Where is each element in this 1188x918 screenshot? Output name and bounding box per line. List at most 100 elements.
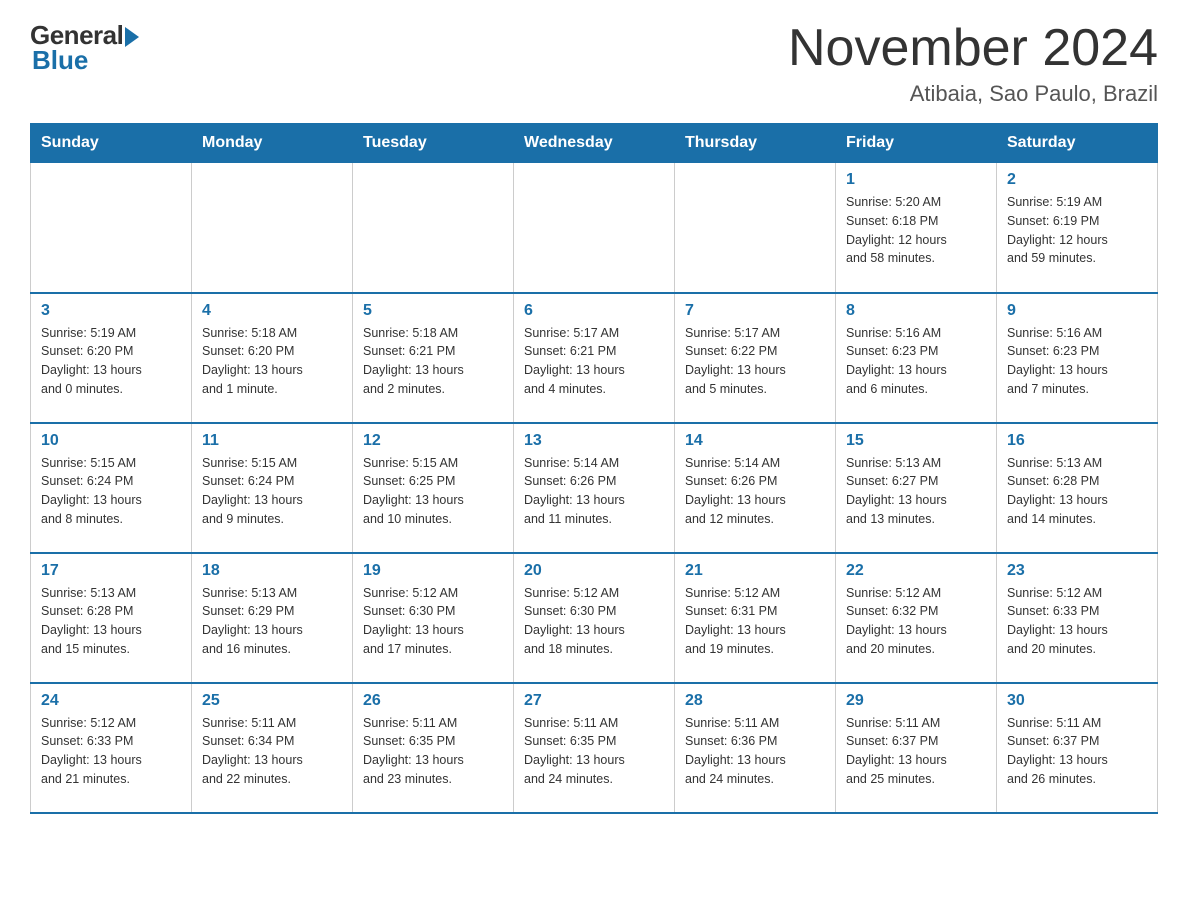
day-info: Sunrise: 5:13 AM Sunset: 6:29 PM Dayligh… [202,584,342,659]
calendar-cell: 14 Sunrise: 5:14 AM Sunset: 6:26 PM Dayli… [675,423,836,553]
day-info: Sunrise: 5:12 AM Sunset: 6:33 PM Dayligh… [1007,584,1147,659]
logo-arrow-icon [125,27,139,47]
calendar-cell: 15 Sunrise: 5:13 AM Sunset: 6:27 PM Dayli… [836,423,997,553]
day-number: 14 [685,432,825,450]
day-info: Sunrise: 5:11 AM Sunset: 6:35 PM Dayligh… [363,714,503,789]
calendar-cell: 9Sunrise: 5:16 AM Sunset: 6:23 PM Daylig… [997,293,1158,423]
day-number: 8 [846,302,986,320]
calendar-week-row: 3Sunrise: 5:19 AM Sunset: 6:20 PM Daylig… [31,293,1158,423]
day-number: 20 [524,562,664,580]
calendar-cell: 21 Sunrise: 5:12 AM Sunset: 6:31 PM Dayli… [675,553,836,683]
calendar-cell: 13Sunrise: 5:14 AM Sunset: 6:26 PM Dayli… [514,423,675,553]
day-number: 23 [1007,562,1147,580]
calendar-cell: 22Sunrise: 5:12 AM Sunset: 6:32 PM Dayli… [836,553,997,683]
day-info: Sunrise: 5:15 AM Sunset: 6:24 PM Dayligh… [41,454,181,529]
calendar-week-row: 17 Sunrise: 5:13 AM Sunset: 6:28 PM Dayli… [31,553,1158,683]
day-number: 5 [363,302,503,320]
day-number: 11 [202,432,342,450]
calendar-cell [514,163,675,293]
calendar-cell: 4Sunrise: 5:18 AM Sunset: 6:20 PM Daylig… [192,293,353,423]
day-number: 29 [846,692,986,710]
header-friday: Friday [836,124,997,163]
title-block: November 2024 Atibaia, Sao Paulo, Brazil [788,20,1158,107]
day-number: 18 [202,562,342,580]
logo-blue-text: Blue [32,45,88,76]
calendar-cell: 2 Sunrise: 5:19 AM Sunset: 6:19 PM Daylig… [997,163,1158,293]
calendar-cell: 28 Sunrise: 5:11 AM Sunset: 6:36 PM Dayli… [675,683,836,813]
calendar-cell: 30 Sunrise: 5:11 AM Sunset: 6:37 PM Dayli… [997,683,1158,813]
calendar-cell: 27 Sunrise: 5:11 AM Sunset: 6:35 PM Dayli… [514,683,675,813]
month-title: November 2024 [788,20,1158,77]
day-number: 28 [685,692,825,710]
day-info: Sunrise: 5:13 AM Sunset: 6:28 PM Dayligh… [41,584,181,659]
day-info: Sunrise: 5:18 AM Sunset: 6:20 PM Dayligh… [202,324,342,399]
calendar-cell: 11Sunrise: 5:15 AM Sunset: 6:24 PM Dayli… [192,423,353,553]
calendar-cell: 17 Sunrise: 5:13 AM Sunset: 6:28 PM Dayli… [31,553,192,683]
day-info: Sunrise: 5:17 AM Sunset: 6:21 PM Dayligh… [524,324,664,399]
day-number: 2 [1007,171,1147,189]
day-info: Sunrise: 5:11 AM Sunset: 6:37 PM Dayligh… [1007,714,1147,789]
calendar-cell: 18 Sunrise: 5:13 AM Sunset: 6:29 PM Dayli… [192,553,353,683]
calendar-cell: 6 Sunrise: 5:17 AM Sunset: 6:21 PM Daylig… [514,293,675,423]
day-info: Sunrise: 5:15 AM Sunset: 6:25 PM Dayligh… [363,454,503,529]
calendar-week-row: 10 Sunrise: 5:15 AM Sunset: 6:24 PM Dayli… [31,423,1158,553]
calendar-week-row: 24Sunrise: 5:12 AM Sunset: 6:33 PM Dayli… [31,683,1158,813]
calendar-header-row: SundayMondayTuesdayWednesdayThursdayFrid… [31,124,1158,163]
calendar-cell [192,163,353,293]
day-number: 27 [524,692,664,710]
day-info: Sunrise: 5:12 AM Sunset: 6:30 PM Dayligh… [363,584,503,659]
day-info: Sunrise: 5:14 AM Sunset: 6:26 PM Dayligh… [524,454,664,529]
logo: General Blue [30,20,139,76]
day-number: 25 [202,692,342,710]
day-number: 30 [1007,692,1147,710]
calendar-cell: 7 Sunrise: 5:17 AM Sunset: 6:22 PM Daylig… [675,293,836,423]
header-saturday: Saturday [997,124,1158,163]
day-number: 16 [1007,432,1147,450]
day-info: Sunrise: 5:16 AM Sunset: 6:23 PM Dayligh… [846,324,986,399]
day-info: Sunrise: 5:13 AM Sunset: 6:27 PM Dayligh… [846,454,986,529]
day-number: 17 [41,562,181,580]
calendar-cell [353,163,514,293]
day-number: 3 [41,302,181,320]
day-info: Sunrise: 5:19 AM Sunset: 6:19 PM Dayligh… [1007,193,1147,268]
day-info: Sunrise: 5:18 AM Sunset: 6:21 PM Dayligh… [363,324,503,399]
day-info: Sunrise: 5:11 AM Sunset: 6:35 PM Dayligh… [524,714,664,789]
day-number: 7 [685,302,825,320]
calendar-cell: 8 Sunrise: 5:16 AM Sunset: 6:23 PM Daylig… [836,293,997,423]
header-monday: Monday [192,124,353,163]
day-number: 24 [41,692,181,710]
header-sunday: Sunday [31,124,192,163]
calendar-cell [675,163,836,293]
day-number: 12 [363,432,503,450]
day-info: Sunrise: 5:11 AM Sunset: 6:36 PM Dayligh… [685,714,825,789]
day-number: 19 [363,562,503,580]
calendar-cell: 23 Sunrise: 5:12 AM Sunset: 6:33 PM Dayli… [997,553,1158,683]
header-wednesday: Wednesday [514,124,675,163]
day-info: Sunrise: 5:20 AM Sunset: 6:18 PM Dayligh… [846,193,986,268]
calendar-cell: 20 Sunrise: 5:12 AM Sunset: 6:30 PM Dayli… [514,553,675,683]
calendar-cell: 1 Sunrise: 5:20 AM Sunset: 6:18 PM Daylig… [836,163,997,293]
calendar-cell: 24Sunrise: 5:12 AM Sunset: 6:33 PM Dayli… [31,683,192,813]
calendar-cell: 16 Sunrise: 5:13 AM Sunset: 6:28 PM Dayli… [997,423,1158,553]
day-info: Sunrise: 5:12 AM Sunset: 6:31 PM Dayligh… [685,584,825,659]
day-number: 1 [846,171,986,189]
day-number: 21 [685,562,825,580]
calendar-cell [31,163,192,293]
location-title: Atibaia, Sao Paulo, Brazil [788,81,1158,107]
day-info: Sunrise: 5:11 AM Sunset: 6:34 PM Dayligh… [202,714,342,789]
day-info: Sunrise: 5:17 AM Sunset: 6:22 PM Dayligh… [685,324,825,399]
day-number: 6 [524,302,664,320]
header-thursday: Thursday [675,124,836,163]
calendar-cell: 10 Sunrise: 5:15 AM Sunset: 6:24 PM Dayli… [31,423,192,553]
page-header: General Blue November 2024 Atibaia, Sao … [30,20,1158,107]
calendar-cell: 25 Sunrise: 5:11 AM Sunset: 6:34 PM Dayli… [192,683,353,813]
day-number: 10 [41,432,181,450]
header-tuesday: Tuesday [353,124,514,163]
day-info: Sunrise: 5:12 AM Sunset: 6:30 PM Dayligh… [524,584,664,659]
day-number: 15 [846,432,986,450]
calendar-week-row: 1 Sunrise: 5:20 AM Sunset: 6:18 PM Daylig… [31,163,1158,293]
day-info: Sunrise: 5:14 AM Sunset: 6:26 PM Dayligh… [685,454,825,529]
day-info: Sunrise: 5:12 AM Sunset: 6:32 PM Dayligh… [846,584,986,659]
calendar-cell: 19 Sunrise: 5:12 AM Sunset: 6:30 PM Dayli… [353,553,514,683]
day-info: Sunrise: 5:13 AM Sunset: 6:28 PM Dayligh… [1007,454,1147,529]
